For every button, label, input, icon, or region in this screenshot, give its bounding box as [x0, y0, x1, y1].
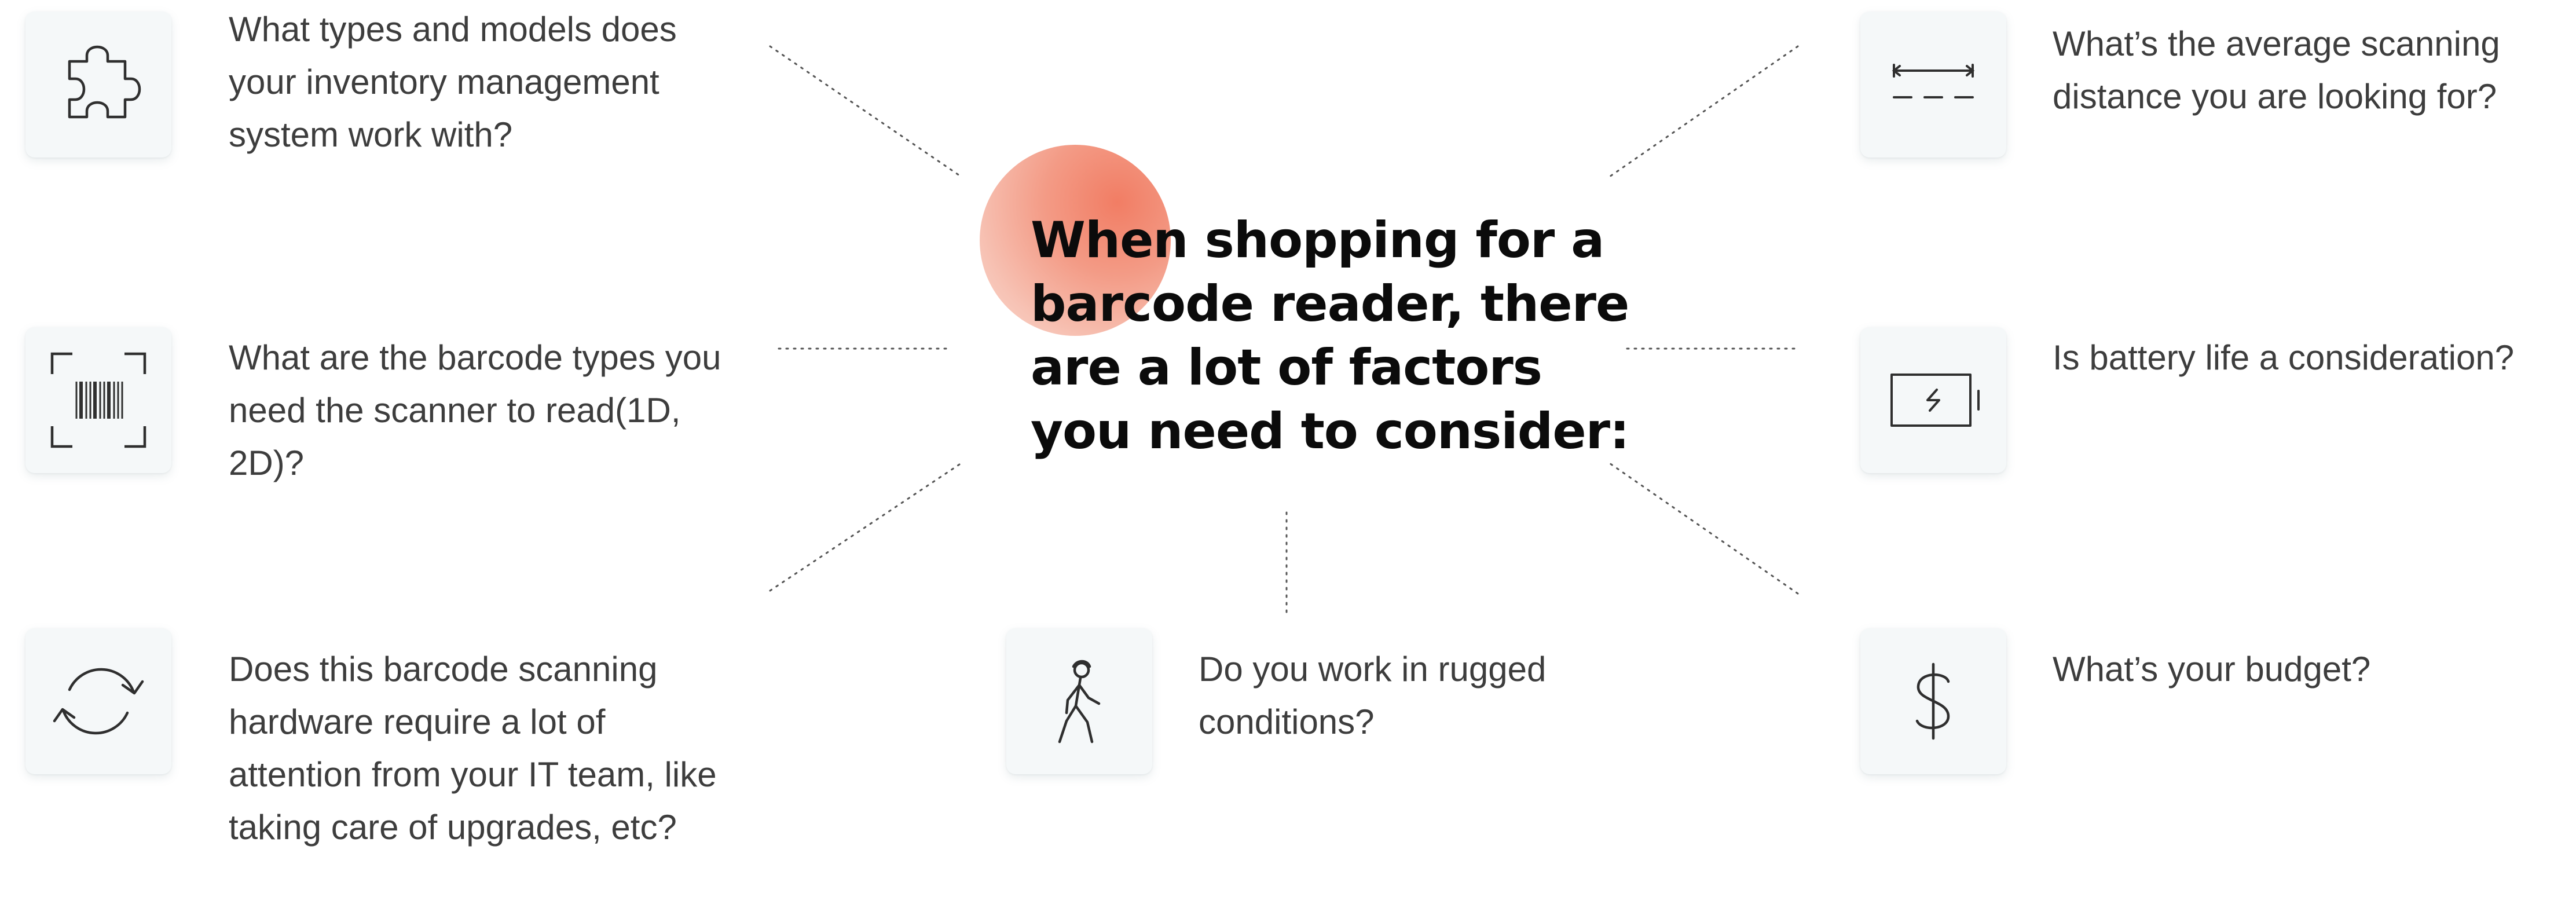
refresh-cycle-icon: [53, 668, 144, 735]
connector-top-right: [1608, 45, 1799, 178]
factor-text-barcode-types: What are the barcode types you need the …: [229, 338, 721, 482]
factor-card-budget: [1860, 628, 2006, 774]
connector-bottom-left: [769, 462, 962, 592]
factor-card-battery: [1860, 327, 2006, 473]
factor-card-barcode-types: [25, 327, 171, 473]
connector-bottom-right: [1608, 462, 1799, 595]
battery-charge-icon: [1890, 374, 1980, 427]
page-title: When shopping for a barcode reader, ther…: [1031, 211, 1629, 460]
factor-card-scan-distance: [1860, 12, 2006, 158]
dollar-sign-icon: [1915, 662, 1950, 740]
factor-card-compatibility: [25, 12, 171, 158]
factor-card-rugged: [1006, 628, 1152, 774]
factor-text-it-maintenance: Does this barcode scanning hardware requ…: [229, 650, 717, 847]
factor-text-budget: What’s your budget?: [2053, 650, 2371, 689]
factor-card-it-maintenance: [25, 628, 171, 774]
distance-measure-icon: [1892, 64, 1975, 98]
factor-text-scan-distance: What’s the average scanning distance you…: [2053, 24, 2500, 116]
barcode-scan-icon: [50, 352, 146, 448]
factor-text-battery: Is battery life a consideration?: [2053, 338, 2515, 377]
connector-top-left: [769, 45, 962, 178]
factor-text-compatibility: What types and models does your inventor…: [229, 10, 677, 154]
rugged-walker-icon: [1058, 660, 1101, 744]
puzzle-piece-icon: [68, 45, 141, 119]
factor-text-rugged: Do you work in rugged conditions?: [1199, 650, 1547, 741]
